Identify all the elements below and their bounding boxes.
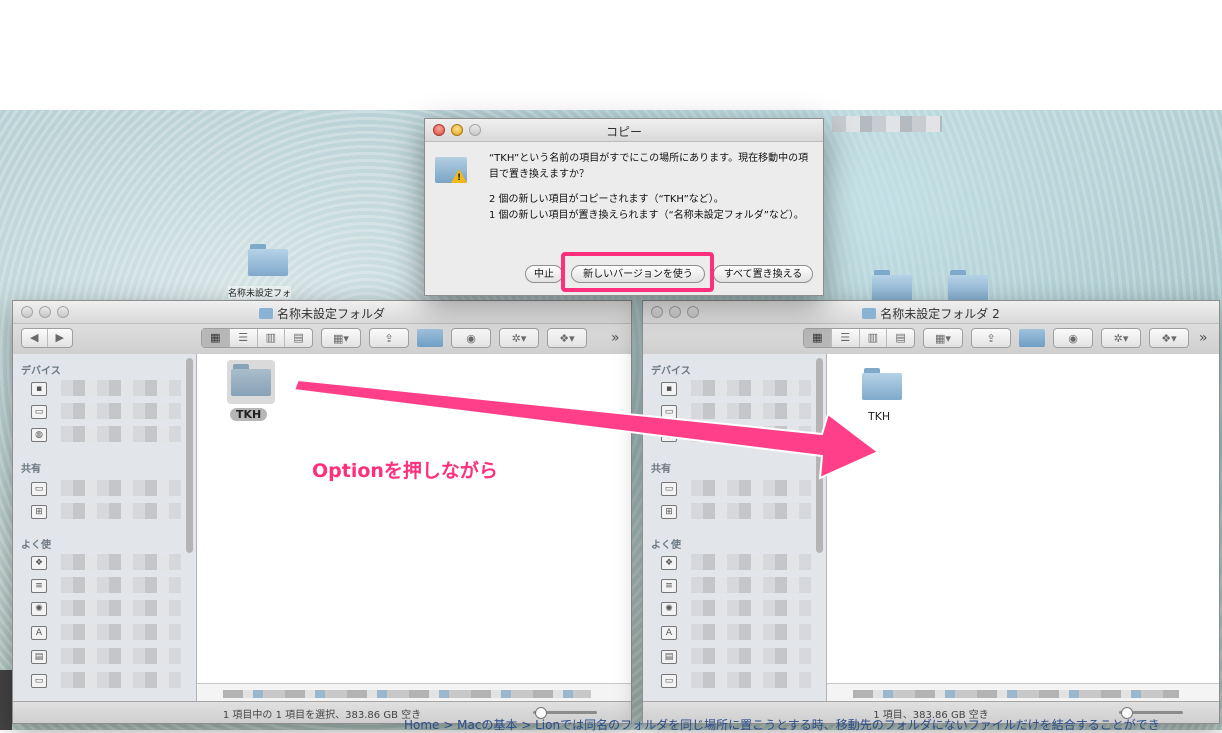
annotation-text: Optionを押しながら [312,460,498,482]
breadcrumb[interactable]: Home > Macの基本 > Lionでは同名のフォルダを同じ場所に置こうとす… [404,716,1160,733]
drag-arrow [292,378,880,480]
